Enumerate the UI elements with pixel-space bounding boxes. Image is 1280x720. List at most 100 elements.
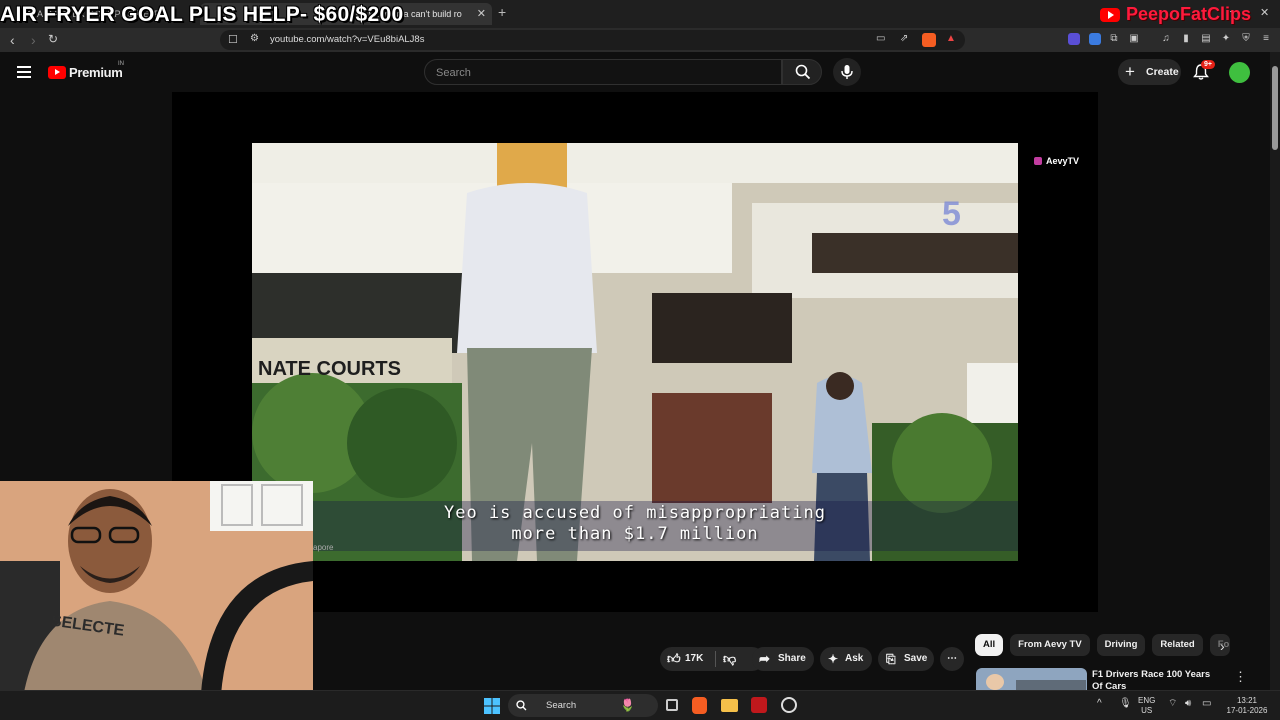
ai-icon[interactable]: ✦ bbox=[1220, 33, 1232, 45]
video-scene: NATE COURTS 5 bbox=[252, 143, 1018, 561]
search-input[interactable]: Search bbox=[424, 59, 782, 85]
share-button[interactable]: ➦ Share bbox=[752, 647, 814, 671]
back-icon[interactable]: ‹ bbox=[10, 32, 15, 48]
bookmark-icon[interactable]: ☐ bbox=[228, 33, 238, 46]
stream-goal-overlay: AIR FRYER GOAL PLIS HELP- $60/$200 bbox=[0, 3, 404, 26]
close-window-icon[interactable]: ✕ bbox=[1260, 6, 1269, 19]
language-indicator[interactable]: ENG US bbox=[1138, 696, 1155, 716]
create-button[interactable]: + Create bbox=[1118, 59, 1181, 85]
reload-icon[interactable]: ↻ bbox=[48, 32, 58, 46]
youtube-premium-logo[interactable]: Premium IN bbox=[48, 61, 124, 80]
create-label: Create bbox=[1146, 66, 1179, 78]
extension-icon[interactable] bbox=[1068, 33, 1080, 45]
subtitle-line: Yeo is accused of misappropriating bbox=[444, 503, 826, 523]
search-icon bbox=[795, 64, 811, 80]
chip-from-channel[interactable]: From Aevy TV bbox=[1010, 634, 1090, 656]
notification-badge: 9+ bbox=[1201, 60, 1215, 69]
url-text: youtube.com/watch?v=VEu8biALJ8s bbox=[270, 34, 425, 45]
voice-search-button[interactable] bbox=[833, 58, 861, 86]
like-count[interactable]: 17K bbox=[685, 647, 703, 671]
streamer-webcam: SELECTE bbox=[0, 481, 313, 720]
subtitle-line: more than $1.7 million bbox=[511, 524, 759, 544]
thumbnail-face-icon bbox=[986, 674, 1004, 690]
save-button[interactable]: ⎘ Save bbox=[878, 647, 934, 671]
forward-icon[interactable]: › bbox=[31, 32, 36, 48]
channel-watermark[interactable]: AevyTV bbox=[1034, 156, 1079, 166]
more-actions-button[interactable]: ⋯ bbox=[940, 647, 964, 671]
flowers-icon: 🌷 bbox=[620, 698, 635, 712]
extension-icon[interactable] bbox=[1089, 33, 1101, 45]
thumbnail-car-icon bbox=[1016, 680, 1086, 690]
search-button[interactable] bbox=[782, 59, 822, 85]
recommendation-thumbnail[interactable] bbox=[976, 668, 1087, 690]
related-chips: All From Aevy TV Driving Related Fo bbox=[975, 634, 1230, 656]
like-dislike-group: 👍︎ 17K 👎︎ bbox=[660, 647, 764, 671]
windows-taskbar: Search 🌷 ^ 🎙︎ ENG US ⌔ 🔊︎ ▭ 13:21 17-01-… bbox=[0, 690, 1280, 720]
avatar[interactable] bbox=[1229, 62, 1250, 83]
plus-icon: + bbox=[1125, 62, 1135, 81]
chevron-right-icon[interactable]: › bbox=[1220, 638, 1225, 654]
battery-icon[interactable]: ▭ bbox=[1202, 699, 1211, 709]
clock-time: 13:21 bbox=[1236, 696, 1258, 705]
close-icon[interactable]: ✕ bbox=[477, 3, 486, 25]
volume-icon[interactable]: 🔊︎ bbox=[1185, 699, 1191, 709]
hamburger-menu-icon[interactable] bbox=[17, 66, 31, 78]
youtube-logo-icon bbox=[1100, 7, 1120, 22]
task-view-icon[interactable] bbox=[666, 699, 678, 711]
youtube-header: Premium IN Search + Create 9+ bbox=[0, 52, 1280, 92]
clock[interactable]: 13:21 17-01-2026 bbox=[1224, 696, 1270, 716]
stream-channel-name: PeepoFatClips bbox=[1126, 4, 1252, 24]
url-field[interactable]: ☐ ⚙ youtube.com/watch?v=VEu8biALJ8s ▭ ⇗ … bbox=[220, 30, 965, 50]
sidebar-icon[interactable]: ▮ bbox=[1180, 33, 1192, 45]
file-explorer-icon[interactable] bbox=[721, 699, 738, 712]
search-placeholder: Search bbox=[436, 67, 471, 79]
microphone-icon bbox=[841, 65, 853, 79]
tray-overflow-icon[interactable]: ^ bbox=[1097, 699, 1102, 709]
court-sign-text: NATE COURTS bbox=[258, 358, 401, 380]
site-info-icon[interactable]: ⚙ bbox=[250, 33, 259, 44]
taskbar-search-label: Search bbox=[546, 700, 577, 711]
webcam-scene: SELECTE bbox=[0, 481, 313, 720]
app-icon[interactable] bbox=[751, 697, 767, 713]
menu-icon[interactable]: ≡ bbox=[1260, 33, 1272, 45]
region-label: IN bbox=[118, 61, 124, 67]
bookmark-add-icon: ⎘ bbox=[886, 652, 896, 666]
mic-tray-icon[interactable]: 🎙︎ bbox=[1119, 699, 1132, 709]
video-frame[interactable]: NATE COURTS 5 bbox=[252, 143, 1018, 561]
wallet-icon[interactable]: ▤ bbox=[1200, 33, 1212, 45]
ask-button[interactable]: ✦ Ask bbox=[820, 647, 872, 671]
cam-caption: apore bbox=[313, 543, 334, 552]
tv-logo-5-icon: 5 bbox=[942, 195, 961, 233]
wifi-icon[interactable]: ⌔ bbox=[1168, 699, 1177, 709]
brave-browser-icon[interactable] bbox=[692, 697, 707, 714]
channel-watermark-icon bbox=[1034, 157, 1042, 165]
search-icon bbox=[516, 700, 527, 711]
page-scrollbar[interactable] bbox=[1270, 52, 1280, 690]
taskbar-search[interactable]: Search 🌷 bbox=[508, 694, 658, 717]
divider bbox=[715, 651, 716, 667]
more-vertical-icon[interactable]: ⋮ bbox=[1234, 669, 1247, 685]
chip-driving[interactable]: Driving bbox=[1096, 634, 1146, 656]
screenshot-icon[interactable]: ▣ bbox=[1128, 33, 1140, 45]
recommendation-title[interactable]: F1 Drivers Race 100 Years Of Cars bbox=[1092, 669, 1222, 690]
cast-icon[interactable]: ▭ bbox=[876, 33, 885, 44]
share-label: Share bbox=[778, 653, 806, 664]
save-label: Save bbox=[904, 653, 928, 664]
like-icon[interactable]: 👍︎ bbox=[667, 647, 681, 671]
brand-text: Premium bbox=[69, 65, 123, 80]
windows-start-icon[interactable] bbox=[484, 698, 500, 714]
puzzle-icon[interactable]: ⧉ bbox=[1108, 33, 1120, 45]
share-page-icon[interactable]: ⇗ bbox=[900, 33, 908, 44]
media-icon[interactable]: ♫ bbox=[1160, 33, 1172, 45]
vpn-icon[interactable]: ⛨ bbox=[1240, 33, 1252, 45]
chip-related[interactable]: Related bbox=[1152, 634, 1203, 656]
chip-all[interactable]: All bbox=[975, 634, 1004, 656]
stream-channel-overlay: PeepoFatClips bbox=[1100, 4, 1251, 25]
brave-shield-icon[interactable] bbox=[922, 33, 936, 47]
address-bar-row: ‹ › ↻ ☐ ⚙ youtube.com/watch?v=VEu8biALJ8… bbox=[0, 28, 1280, 52]
dislike-icon[interactable]: 👎︎ bbox=[723, 647, 736, 671]
new-tab-icon[interactable]: + bbox=[498, 4, 506, 20]
obs-icon[interactable] bbox=[781, 697, 797, 713]
rewards-icon[interactable]: ▲ bbox=[946, 33, 956, 44]
scroll-thumb[interactable] bbox=[1272, 66, 1278, 150]
